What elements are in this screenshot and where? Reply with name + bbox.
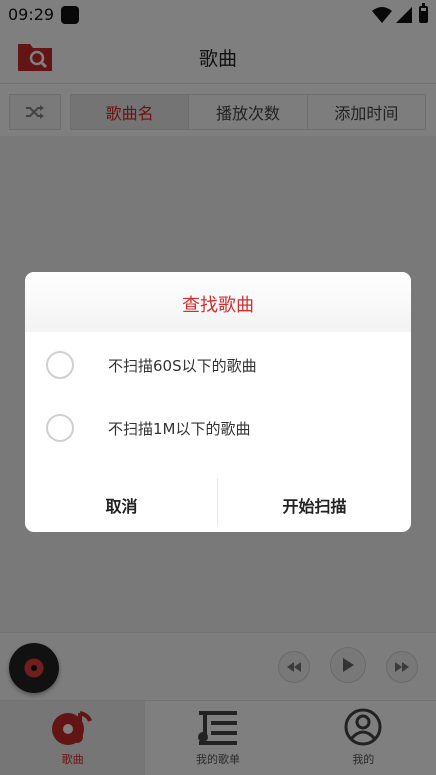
start-scan-button[interactable]: 开始扫描 xyxy=(218,478,411,532)
option-skip-under-60s[interactable]: 不扫描60S以下的歌曲 xyxy=(25,340,411,390)
dialog-actions: 取消 开始扫描 xyxy=(25,478,411,532)
cancel-button[interactable]: 取消 xyxy=(25,478,218,532)
radio-button[interactable] xyxy=(46,414,74,442)
option-label: 不扫描60S以下的歌曲 xyxy=(108,357,257,375)
button-divider xyxy=(217,478,218,526)
option-skip-under-1m[interactable]: 不扫描1M以下的歌曲 xyxy=(25,403,411,453)
dialog-header: 查找歌曲 xyxy=(25,272,411,332)
dialog-title: 查找歌曲 xyxy=(182,295,254,316)
option-label: 不扫描1M以下的歌曲 xyxy=(108,420,251,438)
scan-songs-dialog: 查找歌曲 不扫描60S以下的歌曲 不扫描1M以下的歌曲 取消 开始扫描 xyxy=(25,272,411,532)
radio-button[interactable] xyxy=(46,351,74,379)
